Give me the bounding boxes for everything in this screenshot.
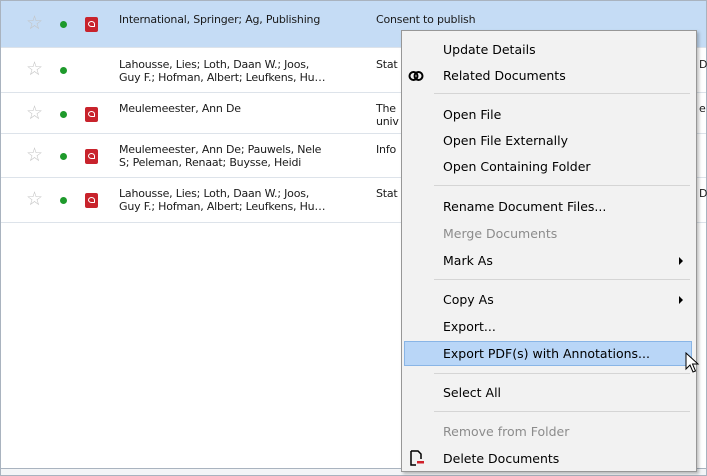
star-icon[interactable]: ☆ bbox=[26, 146, 43, 165]
menu-item-label: Open File Externally bbox=[443, 133, 568, 148]
menu-item-label: Export PDF(s) with Annotations... bbox=[443, 346, 650, 361]
menu-item-open-file[interactable]: Open File bbox=[404, 103, 692, 126]
star-icon[interactable]: ☆ bbox=[26, 190, 43, 209]
authors-cell: International, Springer; Ag, Publishing bbox=[119, 13, 321, 26]
menu-item-merge-documents: Merge Documents bbox=[404, 222, 692, 245]
menu-item-label: Export... bbox=[443, 319, 496, 334]
menu-item-label: Delete Documents bbox=[443, 451, 560, 466]
delete-documents-icon bbox=[410, 450, 424, 466]
status-dot-icon bbox=[60, 111, 67, 118]
status-dot-icon bbox=[60, 67, 67, 74]
menu-separator bbox=[434, 279, 690, 280]
menu-item-update-details[interactable]: Update Details bbox=[404, 38, 692, 61]
menu-item-export-pdfs-with-annotations[interactable]: Export PDF(s) with Annotations... bbox=[404, 341, 692, 366]
menu-separator bbox=[434, 93, 690, 94]
menu-item-label: Merge Documents bbox=[443, 226, 558, 241]
status-dot-icon bbox=[60, 21, 67, 28]
truncated-column-fragment: D bbox=[699, 187, 707, 200]
menu-item-label: Update Details bbox=[443, 42, 536, 57]
menu-item-label: Mark As bbox=[443, 253, 493, 268]
star-icon[interactable]: ☆ bbox=[26, 14, 43, 33]
menu-separator bbox=[434, 373, 690, 374]
status-dot-icon bbox=[60, 197, 67, 204]
submenu-arrow-icon bbox=[679, 296, 683, 304]
menu-item-label: Remove from Folder bbox=[443, 424, 570, 439]
menu-item-label: Select All bbox=[443, 385, 502, 400]
menu-item-open-file-externally[interactable]: Open File Externally bbox=[404, 129, 692, 152]
pdf-icon[interactable] bbox=[85, 149, 98, 164]
related-documents-icon bbox=[408, 71, 424, 81]
authors-cell: Meulemeester, Ann De; Pauwels, Nele S; P… bbox=[119, 143, 322, 169]
truncated-column-fragment: e bbox=[699, 102, 706, 115]
menu-separator bbox=[434, 185, 690, 186]
status-dot-icon bbox=[60, 153, 67, 160]
truncated-column-fragment: D bbox=[699, 58, 707, 71]
authors-cell: Lahousse, Lies; Loth, Daan W.; Joos, Guy… bbox=[119, 187, 326, 213]
menu-item-label: Open Containing Folder bbox=[443, 159, 591, 174]
menu-item-delete-documents[interactable]: Delete Documents bbox=[404, 447, 692, 470]
menu-item-label: Open File bbox=[443, 107, 502, 122]
menu-item-export[interactable]: Export... bbox=[404, 315, 692, 338]
star-icon[interactable]: ☆ bbox=[26, 60, 43, 79]
title-cell: Consent to publish bbox=[376, 13, 476, 26]
menu-item-label: Rename Document Files... bbox=[443, 199, 607, 214]
authors-cell: Meulemeester, Ann De bbox=[119, 102, 241, 115]
menu-item-remove-from-folder: Remove from Folder bbox=[404, 420, 692, 443]
menu-item-label: Copy As bbox=[443, 292, 494, 307]
mouse-cursor-icon bbox=[685, 352, 700, 373]
menu-separator bbox=[434, 411, 690, 412]
menu-item-select-all[interactable]: Select All bbox=[404, 381, 692, 404]
pdf-icon[interactable] bbox=[85, 107, 98, 122]
menu-item-open-containing-folder[interactable]: Open Containing Folder bbox=[404, 155, 692, 178]
pdf-icon[interactable] bbox=[85, 17, 98, 32]
pdf-icon[interactable] bbox=[85, 193, 98, 208]
context-menu: Update Details Related Documents Open Fi… bbox=[401, 30, 697, 472]
star-icon[interactable]: ☆ bbox=[26, 104, 43, 123]
submenu-arrow-icon bbox=[679, 257, 683, 265]
authors-cell: Lahousse, Lies; Loth, Daan W.; Joos, Guy… bbox=[119, 58, 326, 84]
menu-item-rename-document-files[interactable]: Rename Document Files... bbox=[404, 195, 692, 218]
menu-item-label: Related Documents bbox=[443, 68, 566, 83]
menu-item-copy-as[interactable]: Copy As bbox=[404, 288, 692, 311]
menu-item-mark-as[interactable]: Mark As bbox=[404, 249, 692, 272]
menu-item-related-documents[interactable]: Related Documents bbox=[404, 64, 692, 87]
